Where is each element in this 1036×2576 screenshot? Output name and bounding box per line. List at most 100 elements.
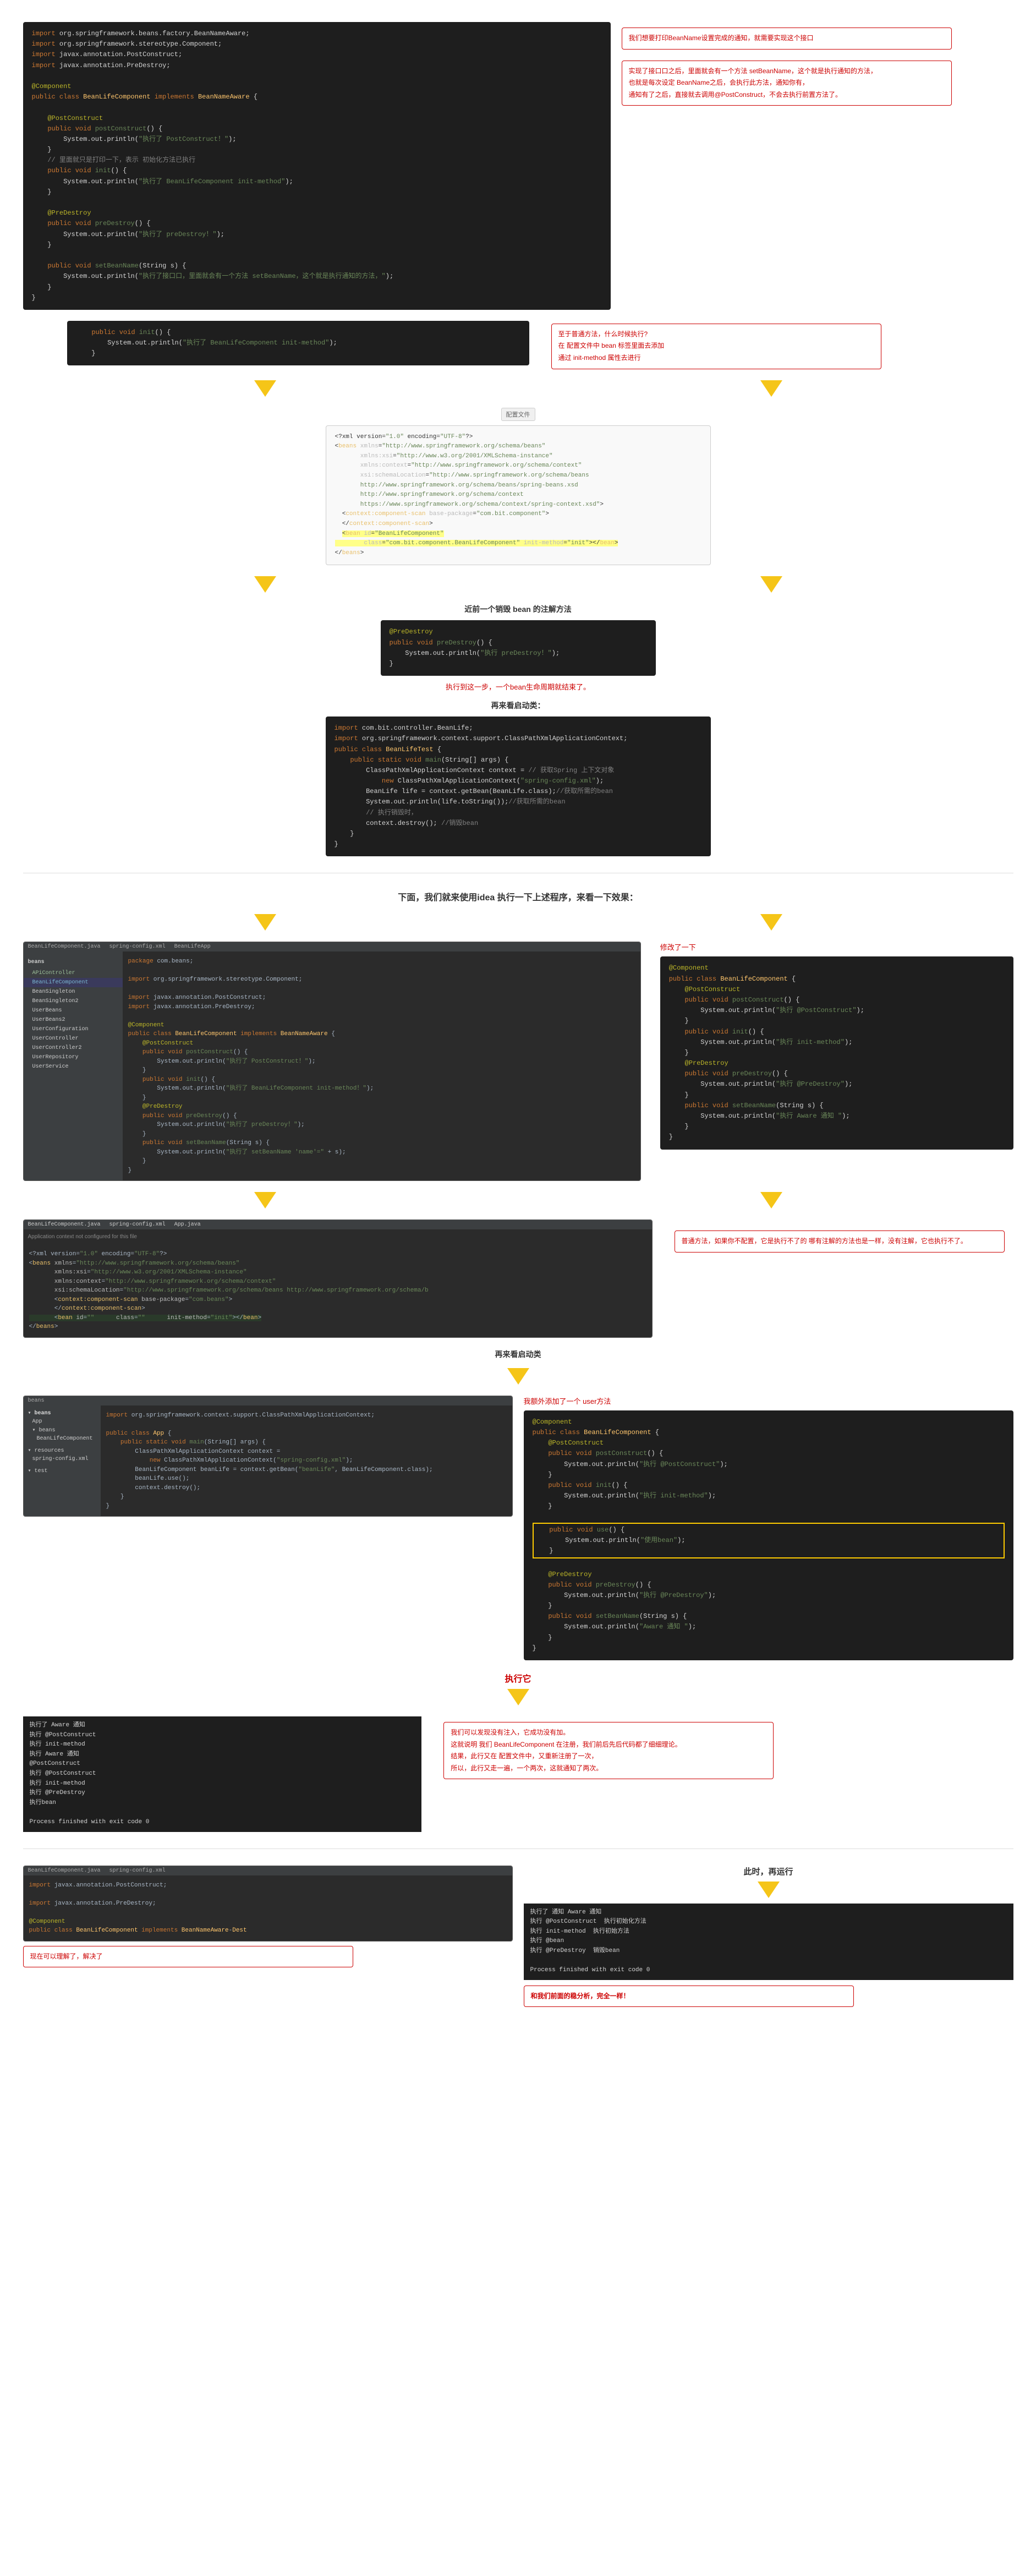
- ide-title-bar-1: BeanLifeComponent.java spring-config.xml…: [24, 942, 640, 951]
- console-output-1: 执行了 Aware 通知 执行 @PostConstruct 执行 init-m…: [23, 1716, 422, 1832]
- ide-editor-app: import org.springframework.context.suppo…: [101, 1405, 512, 1517]
- arrow-down-7: [254, 1192, 276, 1208]
- tree-item-beanum[interactable]: ▾ beans: [24, 1426, 101, 1435]
- arrow-down-2: [760, 380, 782, 397]
- arrow-down-8: [760, 1192, 782, 1208]
- sidebar-item-usercontroller[interactable]: UserController: [24, 1034, 123, 1043]
- code-main-class: import com.bit.controller.BeanLife; impo…: [326, 717, 711, 856]
- code-component-user: @Component public class BeanLifeComponen…: [524, 1410, 1013, 1660]
- tree-resources: ▾ resources: [24, 1446, 101, 1455]
- section-title-run: 下面，我们就来使用idea 执行一下上述程序，来看一下效果：: [23, 890, 1013, 903]
- sidebar-item-userbeans[interactable]: UserBeans: [24, 1006, 123, 1015]
- tab-config2[interactable]: spring-config.xml: [109, 1868, 166, 1874]
- xml-code-block: <?xml version="1.0" encoding="UTF-8"?> <…: [326, 425, 711, 566]
- arrow-down-6: [760, 914, 782, 931]
- arrow-down-4: [760, 576, 782, 593]
- section-title-2: 再来看启动类：: [23, 700, 1013, 711]
- code-predestroy: @PreDestroy public void preDestroy() { S…: [381, 620, 656, 676]
- label-user-method: 我额外添加了一个 user方法: [524, 1396, 1013, 1406]
- ide-editor-1: package com.beans; import org.springfram…: [123, 951, 640, 1180]
- section-output-1: 执行了 Aware 通知 执行 @PostConstruct 执行 init-m…: [23, 1716, 1013, 1832]
- tree-test: ▾ test: [24, 1467, 101, 1475]
- section-xml-2: BeanLifeComponent.java spring-config.xml…: [23, 1219, 1013, 1338]
- ide-body-3: ▾ beans App ▾ beans BeanLifeComponent ▾ …: [24, 1405, 512, 1517]
- arrow-down-1: [254, 380, 276, 397]
- section-app-right: 我额外添加了一个 user方法 @Component public class …: [524, 1396, 1013, 1660]
- code-modified: @Component public class BeanLifeComponen…: [660, 956, 1013, 1149]
- annotation-text-2: 实现了接口口之后，里面就会有一个方法 setBeanName，这个就是执行通知的…: [629, 67, 877, 99]
- annotation-text-3: 至于普通方法，什么时候执行?在 配置文件中 bean 标签里面去添加通过 ini…: [558, 330, 665, 362]
- annotation-setbeanname: 实现了接口口之后，里面就会有一个方法 setBeanName，这个就是执行通知的…: [622, 61, 952, 106]
- section-code-1: import org.springframework.beans.factory…: [23, 22, 1013, 369]
- tree-item-beanlife3[interactable]: BeanLifeComponent: [24, 1435, 101, 1443]
- tree-config[interactable]: spring-config.xml: [24, 1455, 101, 1463]
- file-tab-app[interactable]: App.java: [174, 1222, 201, 1228]
- arrow-section-3: [23, 914, 1013, 931]
- annotation-text-1: 我们想要打印BeanName设置完成的通知，就需要实现这个接口: [629, 34, 814, 42]
- annotation-text-output1: 我们可以发现没有注入，它成功没有加。这就说明 我们 BeanLifeCompon…: [451, 1729, 681, 1772]
- ide-title-bar-2: BeanLifeComponent.java spring-config.xml…: [24, 1220, 652, 1229]
- section-title-1: 近前一个销毁 bean 的注解方法: [23, 604, 1013, 615]
- section-rerun-left: BeanLifeComponent.java spring-config.xml…: [23, 1866, 513, 1968]
- file-tab-config[interactable]: spring-config.xml: [109, 1222, 166, 1228]
- arrow-down-5: [254, 914, 276, 931]
- console-output-2: 执行了 通知 Aware 通知 执行 @PostConstruct 执行初始化方…: [524, 1904, 1013, 1980]
- annotation-text-end: 和我们前面的稳分析，完全一样！: [531, 1992, 630, 2000]
- ide-editor-xml: <?xml version="1.0" encoding="UTF-8"?> <…: [24, 1244, 652, 1337]
- section-title-restart: 再来看启动类: [23, 1349, 1013, 1360]
- ide-window-4: BeanLifeComponent.java spring-config.xml…: [23, 1866, 513, 1941]
- tab-beanlife-import[interactable]: BeanLifeComponent.java: [28, 1868, 101, 1874]
- file-tab-beanlife2[interactable]: BeanLifeComponent.java: [28, 1222, 101, 1228]
- section-ide-1: BeanLifeComponent.java spring-config.xml…: [23, 942, 1013, 1181]
- sidebar-item-usercontroller2[interactable]: UserController2: [24, 1043, 123, 1053]
- config-label: 配置文件: [501, 408, 535, 421]
- arrow-rerun: [758, 1882, 780, 1898]
- main-content: import org.springframework.beans.factory…: [23, 22, 1013, 2007]
- arrow-section-5: [23, 1368, 1013, 1385]
- sidebar-item-beansingleton[interactable]: BeanSingleton: [24, 987, 123, 997]
- section-app-left: beans ▾ beans App ▾ beans BeanLifeCompon…: [23, 1396, 513, 1517]
- tree-item-app[interactable]: App: [24, 1418, 101, 1426]
- divider-2: [23, 1848, 1013, 1849]
- annotation-understand: 现在可以理解了，解决了: [23, 1946, 353, 1968]
- sidebar-item-beanlife[interactable]: BeanLifeComponent: [24, 978, 123, 987]
- tree-root: ▾ beans: [24, 1409, 101, 1418]
- label-rerun-title: 此时，再运行: [524, 1866, 1013, 1877]
- code-block-init: public void init() { System.out.println(…: [67, 321, 529, 366]
- annotation-bean-name-aware: 我们想要打印BeanName设置完成的通知，就需要实现这个接口: [622, 28, 952, 50]
- annotation-init: 至于普通方法，什么时候执行?在 配置文件中 bean 标签里面去添加通过 ini…: [551, 324, 881, 369]
- sidebar-item-userrepo[interactable]: UserRepository: [24, 1053, 123, 1062]
- label-restart: 再来看启动类: [23, 1349, 1013, 1360]
- ide-body-1: beans APiController BeanLifeComponent Be…: [24, 951, 640, 1180]
- ide-window-3: beans ▾ beans App ▾ beans BeanLifeCompon…: [23, 1396, 513, 1517]
- ide-tab-3[interactable]: BeanLifeApp: [174, 944, 211, 950]
- sidebar-item-userconfig[interactable]: UserConfiguration: [24, 1025, 123, 1034]
- ide-window-1: BeanLifeComponent.java spring-config.xml…: [23, 942, 641, 1181]
- arrow-section-4: [23, 1192, 1013, 1208]
- section-app: beans ▾ beans App ▾ beans BeanLifeCompon…: [23, 1396, 1013, 1660]
- ide-title-4: BeanLifeComponent.java spring-config.xml: [24, 1866, 512, 1875]
- sidebar-item-api[interactable]: APiController: [24, 969, 123, 978]
- arrow-down-3: [254, 576, 276, 593]
- execute-label-container: 执行它: [23, 1671, 1013, 1705]
- arrow-down-execute: [507, 1689, 529, 1705]
- ide-tab-1[interactable]: BeanLifeComponent.java: [28, 944, 101, 950]
- annotation-destroy: 执行到这一步，一个bean生命周期就结束了。: [23, 681, 1013, 692]
- ide-editor-import: import javax.annotation.PostConstruct; i…: [24, 1875, 512, 1941]
- annotation-text-understand: 现在可以理解了，解决了: [30, 1952, 103, 1960]
- annotation-text-method: 普通方法，如果你不配置，它是执行不了的 哪有注解的方法也是一样，没有注解，它也执…: [682, 1237, 967, 1245]
- label-execute: 执行它: [23, 1671, 1013, 1684]
- section-predestroy: 近前一个销毁 bean 的注解方法 @PreDestroy public voi…: [23, 604, 1013, 856]
- annotation-output-1: 我们可以发现没有注入，它成功没有加。这就说明 我们 BeanLifeCompon…: [443, 1722, 774, 1779]
- ide-tab-2[interactable]: spring-config.xml: [109, 944, 166, 950]
- sidebar-item-userservice[interactable]: UserService: [24, 1062, 123, 1071]
- section-config: 配置文件 <?xml version="1.0" encoding="UTF-8…: [23, 408, 1013, 566]
- annotation-method-config: 普通方法，如果你不配置，它是执行不了的 哪有注解的方法也是一样，没有注解，它也执…: [675, 1230, 1005, 1253]
- code-block-1: import org.springframework.beans.factory…: [23, 22, 611, 310]
- arrow-down-9: [507, 1368, 529, 1385]
- sidebar-item-beansingleton2[interactable]: BeanSingleton2: [24, 997, 123, 1006]
- sidebar-item-userbeans2[interactable]: UserBeans2: [24, 1015, 123, 1025]
- ide-title-3: beans: [24, 1396, 512, 1405]
- label-modified: 修改了一下: [660, 942, 1013, 952]
- arrow-section-1: [23, 380, 1013, 397]
